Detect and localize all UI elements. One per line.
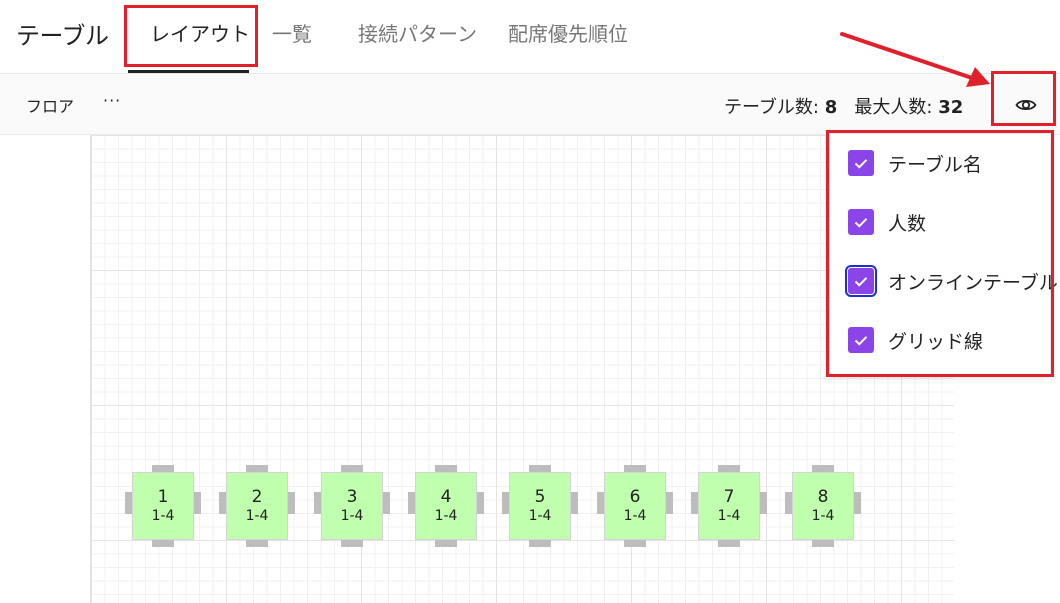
table-count-value: 8 bbox=[824, 97, 838, 118]
tab-list[interactable]: 一覧 bbox=[272, 18, 312, 47]
more-button[interactable]: ··· bbox=[103, 91, 121, 110]
table-name: 5 bbox=[534, 487, 546, 507]
check-icon bbox=[854, 276, 868, 287]
max-people-label: 最大人数: bbox=[854, 97, 933, 118]
table-name: 1 bbox=[157, 487, 169, 507]
table-capacity: 1-4 bbox=[434, 508, 458, 524]
option-table-name[interactable]: テーブル名 bbox=[848, 148, 982, 178]
table-6[interactable]: 6 1-4 bbox=[597, 465, 687, 555]
header: テーブル レイアウト 一覧 接続パターン 配席優先順位 bbox=[0, 0, 1060, 74]
table-name: 7 bbox=[723, 487, 735, 507]
table-name: 3 bbox=[346, 487, 358, 507]
table-4[interactable]: 4 1-4 bbox=[408, 465, 498, 555]
table-name: 6 bbox=[629, 487, 641, 507]
table-7[interactable]: 7 1-4 bbox=[691, 465, 781, 555]
table-capacity: 1-4 bbox=[717, 508, 741, 524]
table-capacity: 1-4 bbox=[340, 508, 364, 524]
toolbar: フロア ··· テーブル数: 8 最大人数: 32 bbox=[0, 75, 1060, 135]
table-5[interactable]: 5 1-4 bbox=[502, 465, 592, 555]
option-online-table[interactable]: オンラインテーブル bbox=[845, 265, 1058, 297]
max-people-value: 32 bbox=[938, 97, 964, 118]
table-top: 6 1-4 bbox=[604, 472, 666, 540]
active-tab-indicator bbox=[128, 70, 249, 73]
option-label: オンラインテーブル bbox=[888, 271, 1058, 294]
table-stats: テーブル数: 8 最大人数: 32 bbox=[724, 93, 963, 119]
checkbox-table-name[interactable] bbox=[848, 150, 874, 176]
page: テーブル レイアウト 一覧 接続パターン 配席優先順位 フロア ··· テーブル… bbox=[0, 0, 1060, 603]
option-grid-lines[interactable]: グリッド線 bbox=[848, 325, 983, 355]
table-8[interactable]: 8 1-4 bbox=[785, 465, 875, 555]
table-capacity: 1-4 bbox=[811, 508, 835, 524]
table-top: 7 1-4 bbox=[698, 472, 760, 540]
tab-layout[interactable]: レイアウト bbox=[150, 18, 250, 47]
table-1[interactable]: 1 1-4 bbox=[125, 465, 215, 555]
table-capacity: 1-4 bbox=[623, 508, 647, 524]
tab-seating-priority[interactable]: 配席優先順位 bbox=[508, 18, 628, 47]
table-capacity: 1-4 bbox=[528, 508, 552, 524]
visibility-toggle-button[interactable] bbox=[1009, 92, 1043, 118]
tab-connection-pattern[interactable]: 接続パターン bbox=[358, 18, 477, 47]
check-icon bbox=[854, 335, 868, 346]
table-3[interactable]: 3 1-4 bbox=[314, 465, 404, 555]
option-label: 人数 bbox=[888, 212, 927, 235]
table-capacity: 1-4 bbox=[151, 508, 175, 524]
page-title: テーブル bbox=[16, 22, 109, 50]
option-label: テーブル名 bbox=[888, 153, 982, 176]
table-top: 3 1-4 bbox=[321, 472, 383, 540]
table-top: 2 1-4 bbox=[226, 472, 288, 540]
table-capacity: 1-4 bbox=[245, 508, 269, 524]
floor-canvas[interactable]: 1 1-4 2 1-4 3 1-4 4 1-4 5 1-4 6 1-4 7 1-4 8 1-4 bbox=[90, 135, 954, 603]
eye-icon bbox=[1015, 99, 1037, 111]
option-label: グリッド線 bbox=[888, 330, 984, 353]
table-name: 8 bbox=[817, 487, 829, 507]
table-count-label: テーブル数: bbox=[724, 97, 819, 118]
checkbox-online-table[interactable] bbox=[845, 265, 877, 297]
checkbox-grid-lines[interactable] bbox=[848, 327, 874, 353]
table-top: 4 1-4 bbox=[415, 472, 477, 540]
view-options-menu: テーブル名 人数 オンラインテーブル グリッド線 bbox=[830, 134, 1058, 374]
table-name: 2 bbox=[251, 487, 263, 507]
table-top: 1 1-4 bbox=[132, 472, 194, 540]
table-2[interactable]: 2 1-4 bbox=[219, 465, 309, 555]
table-top: 8 1-4 bbox=[792, 472, 854, 540]
checkbox-people-count[interactable] bbox=[848, 209, 874, 235]
floor-button[interactable]: フロア bbox=[26, 93, 74, 117]
table-name: 4 bbox=[440, 487, 452, 507]
option-people-count[interactable]: 人数 bbox=[848, 207, 926, 237]
check-icon bbox=[854, 217, 868, 228]
table-top: 5 1-4 bbox=[509, 472, 571, 540]
check-icon bbox=[854, 158, 868, 169]
